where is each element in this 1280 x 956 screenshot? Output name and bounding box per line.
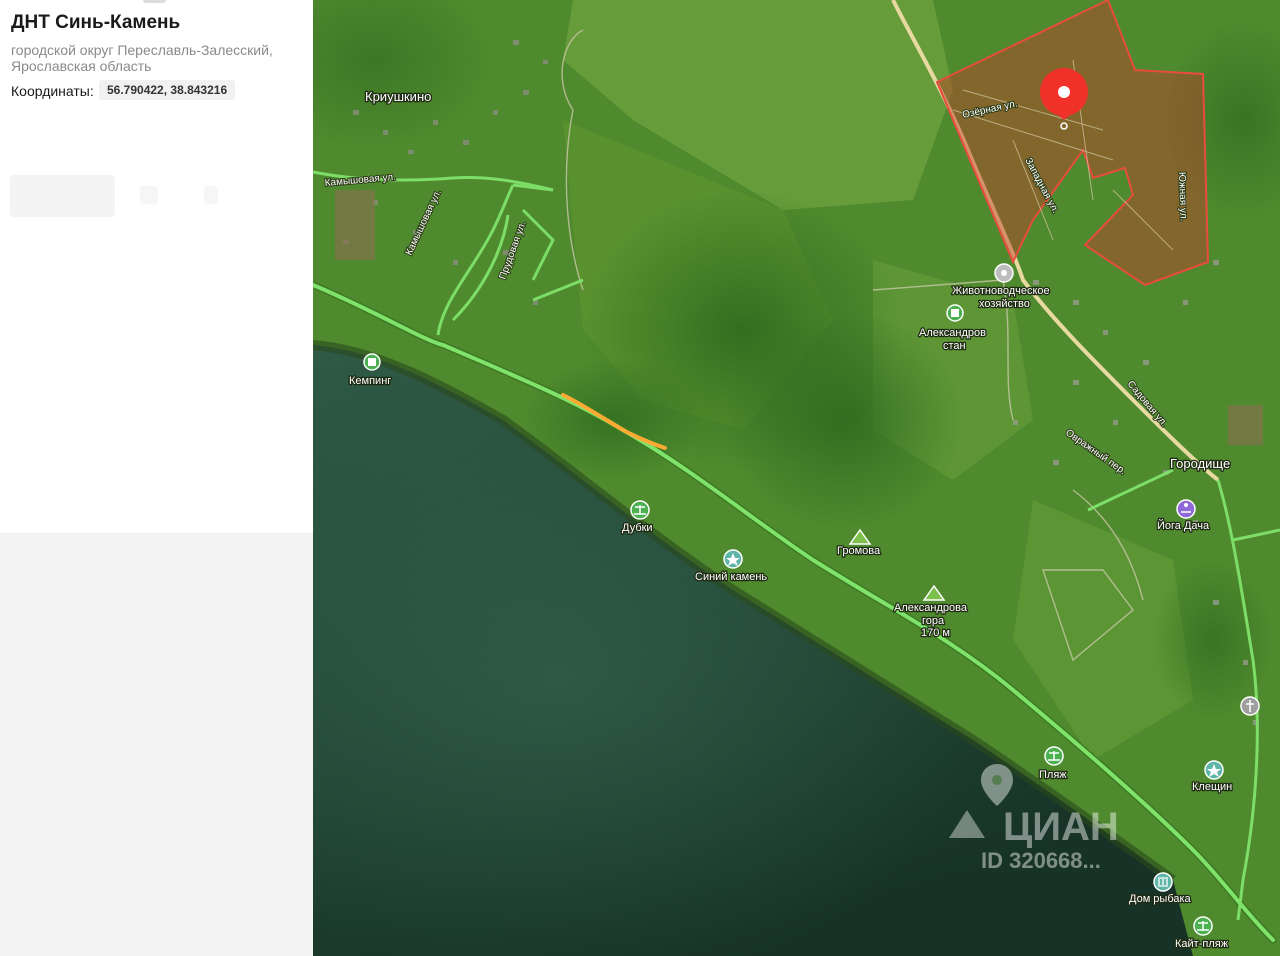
museum-icon[interactable]: [1153, 872, 1173, 892]
poi-aleksandrov-stan-2: стан: [943, 340, 966, 352]
ghost-input: [10, 175, 115, 217]
poi-sinij-kamen: Синий камень: [695, 571, 767, 583]
beach-icon[interactable]: [1044, 746, 1064, 766]
map-canvas[interactable]: Криушкино Городище Кемпинг Дубки Синий к…: [313, 0, 1280, 956]
poi-aleksandrova-gora: Александрова: [894, 602, 968, 614]
watermark-brand: ЦИАН: [1003, 805, 1119, 849]
beach-icon[interactable]: [630, 500, 650, 520]
coordinates-label: Координаты:: [11, 83, 94, 99]
plowed-field: [335, 190, 375, 260]
poi-kemping: Кемпинг: [349, 375, 391, 387]
coordinates-value[interactable]: 56.790422, 38.843216: [99, 80, 236, 100]
watermark-id: ID 320668...: [981, 848, 1101, 873]
listing-address: городской округ Переславль-Залесский, Яр…: [11, 42, 273, 74]
poi-aleksandrova-gora-2: гора: [922, 615, 945, 627]
hotel-icon[interactable]: [946, 304, 964, 322]
place-kriushkino: Криушкино: [365, 89, 431, 104]
poi-yoga-dacha: Йога Дача: [1157, 519, 1210, 532]
farm-icon[interactable]: [994, 263, 1014, 283]
poi-aleksandrova-gora-height: 170 м: [921, 627, 950, 639]
poi-aleksandrov-stan: Александров: [919, 327, 986, 339]
yoga-icon[interactable]: [1176, 499, 1196, 519]
street-yuzhnaya: Южная ул.: [1176, 172, 1189, 222]
poi-dom-rybaka: Дом рыбака: [1129, 893, 1192, 905]
satellite-map[interactable]: Криушкино Городище Кемпинг Дубки Синий к…: [313, 0, 1280, 956]
beach-icon[interactable]: [1193, 916, 1213, 936]
poi-dubki: Дубки: [622, 522, 653, 534]
forest: [723, 310, 963, 530]
ghost-icon: [140, 186, 158, 204]
poi-zhivotnovod-2: хозяйство: [979, 298, 1030, 310]
ghost-icon: [204, 186, 218, 204]
info-panel: ДНТ Синь-Камень городской округ Переслав…: [0, 0, 313, 533]
poi-zhivotnovod: Животноводческое: [952, 285, 1050, 297]
listing-title: ДНТ Синь-Камень: [11, 12, 181, 33]
panel-handle[interactable]: [143, 0, 166, 3]
poi-gromova: Громова: [837, 545, 881, 557]
poi-kleshchin: Клещин: [1192, 781, 1232, 793]
poi-kajt-plyazh: Кайт-пляж: [1175, 938, 1229, 950]
star-icon[interactable]: [1204, 760, 1224, 780]
poi-plyazh: Пляж: [1039, 769, 1067, 781]
church-icon[interactable]: [1240, 696, 1260, 716]
panel-empty-area: [0, 533, 313, 956]
plowed-field: [1228, 405, 1263, 445]
kemping-icon[interactable]: [363, 353, 381, 371]
star-icon[interactable]: [723, 549, 743, 569]
place-gorodishche: Городище: [1170, 456, 1230, 471]
